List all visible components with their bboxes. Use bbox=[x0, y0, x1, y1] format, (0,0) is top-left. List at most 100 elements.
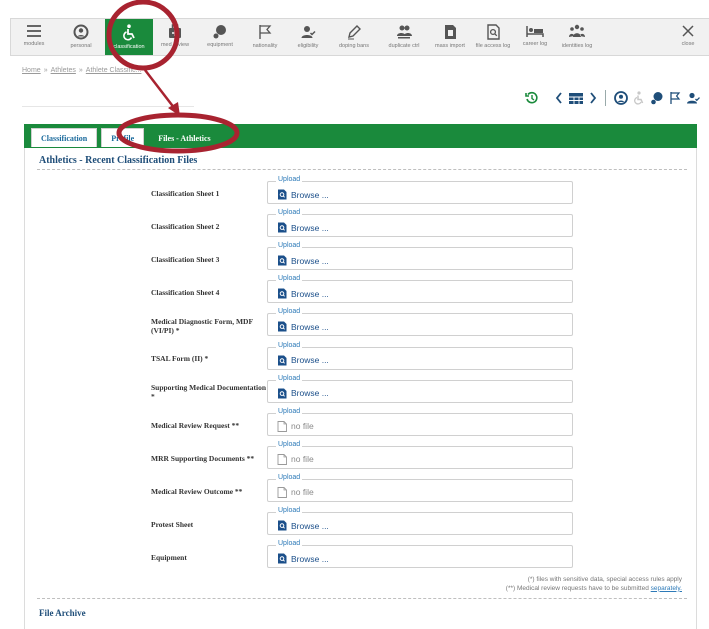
no-file-label: no file bbox=[291, 487, 314, 498]
close-icon bbox=[682, 25, 694, 37]
table-icon[interactable] bbox=[568, 92, 584, 105]
upload-legend: Upload bbox=[276, 507, 303, 514]
file-row: Medical Review Outcome ** Upload no file bbox=[25, 473, 698, 508]
toolbar-item-classification[interactable]: classification bbox=[105, 19, 153, 55]
tab-profile[interactable]: Profile bbox=[101, 128, 145, 147]
file-search-icon bbox=[278, 355, 287, 365]
upload-field: Upload Browse ... bbox=[267, 176, 573, 204]
no-file-indicator: no file bbox=[277, 453, 314, 465]
browse-button[interactable]: Browse ... bbox=[277, 189, 329, 200]
app-root: modules personal classification med revi… bbox=[0, 0, 709, 629]
toolbar-label: personal bbox=[70, 43, 92, 49]
wheelchair-icon bbox=[123, 24, 135, 41]
file-import-icon bbox=[444, 25, 456, 39]
browse-button[interactable]: Browse ... bbox=[277, 388, 329, 399]
browse-label: Browse ... bbox=[291, 520, 329, 531]
upload-field: Upload Browse ... bbox=[267, 540, 573, 569]
upload-legend: Upload bbox=[276, 540, 303, 548]
browse-button[interactable]: Browse ... bbox=[277, 288, 329, 299]
upload-field: Upload Browse ... bbox=[267, 209, 573, 238]
file-row: Classification Sheet 2 Upload Browse ... bbox=[25, 209, 698, 243]
file-search-icon bbox=[278, 553, 287, 564]
note-medical-review: (**) Medical review requests have to be … bbox=[506, 585, 682, 594]
upload-field: Upload no file bbox=[267, 473, 573, 502]
browse-label: Browse ... bbox=[291, 321, 329, 332]
toolbar-item-doping-bans[interactable]: doping bans bbox=[329, 19, 379, 55]
toolbar-item-personal[interactable]: personal bbox=[57, 19, 105, 55]
breadcrumb-current[interactable]: Athlete Classific... bbox=[86, 67, 142, 74]
note-medical-review-text: (**) Medical review requests have to be … bbox=[505, 584, 649, 592]
chevron-right-icon[interactable] bbox=[589, 92, 597, 104]
file-row: Classification Sheet 3 Upload Browse ... bbox=[25, 242, 698, 276]
flag-icon bbox=[259, 25, 272, 39]
section-divider bbox=[37, 169, 687, 170]
breadcrumb-separator: » bbox=[43, 67, 48, 74]
user-check-icon bbox=[301, 26, 316, 38]
file-row: Protest Sheet Upload Browse ... bbox=[25, 507, 698, 541]
toolbar-item-modules[interactable]: modules bbox=[11, 19, 57, 55]
module-toolbar: modules personal classification med revi… bbox=[10, 18, 709, 56]
toolbar-item-mass-import[interactable]: mass import bbox=[429, 19, 471, 55]
wheelchair-icon[interactable] bbox=[633, 91, 645, 105]
file-archive-title: File Archive bbox=[39, 608, 86, 618]
breadcrumb-home[interactable]: Home bbox=[22, 67, 41, 74]
browse-button[interactable]: Browse ... bbox=[277, 520, 329, 531]
toolbar-item-med-review[interactable]: med review bbox=[153, 19, 197, 55]
toolbar-item-equipment[interactable]: equipment bbox=[197, 19, 243, 55]
group-icon bbox=[569, 24, 585, 37]
toolbar-item-identities-log[interactable]: identities log bbox=[555, 19, 599, 55]
file-search-icon bbox=[278, 189, 287, 200]
medical-bag-icon bbox=[169, 24, 181, 38]
browse-label: Browse ... bbox=[291, 553, 329, 564]
separately-link[interactable]: separately. bbox=[651, 585, 682, 592]
close-button[interactable]: close bbox=[681, 19, 695, 55]
note-sensitive: (*) files with sensitive data, special a… bbox=[527, 576, 682, 583]
upload-field: Upload Browse ... bbox=[267, 374, 573, 403]
browse-button[interactable]: Browse ... bbox=[277, 255, 329, 266]
pen-icon bbox=[348, 25, 361, 40]
toolbar-item-career-log[interactable]: career log bbox=[515, 19, 555, 55]
file-label: Protest Sheet bbox=[151, 519, 194, 529]
equipment-icon[interactable] bbox=[650, 91, 664, 105]
breadcrumb: Home » Athletes » Athlete Classific... bbox=[22, 67, 141, 74]
file-label: Medical Review Outcome ** bbox=[151, 486, 243, 496]
tab-bar: Classification Profile Files - Athletics bbox=[24, 124, 697, 148]
no-file-indicator: no file bbox=[277, 486, 314, 498]
no-file-label: no file bbox=[291, 454, 314, 465]
toolbar-label: eligibility bbox=[297, 43, 319, 49]
browse-label: Browse ... bbox=[291, 189, 329, 200]
record-tools bbox=[525, 89, 700, 107]
toolbar-item-duplicate-ctrl[interactable]: duplicate ctrl bbox=[379, 19, 429, 55]
chevron-left-icon[interactable] bbox=[555, 92, 563, 104]
upload-legend: Upload bbox=[276, 374, 303, 382]
toolbar-label: duplicate ctrl bbox=[388, 43, 420, 49]
toolbar-item-file-access-log[interactable]: file access log bbox=[471, 19, 515, 55]
tab-files-athletics[interactable]: Files - Athletics bbox=[148, 128, 221, 147]
toolbar-item-eligibility[interactable]: eligibility bbox=[287, 19, 329, 55]
breadcrumb-separator: » bbox=[78, 67, 83, 74]
history-icon[interactable] bbox=[525, 91, 539, 105]
users-icon bbox=[397, 25, 412, 39]
bed-icon bbox=[526, 26, 544, 37]
browse-label: Browse ... bbox=[291, 288, 329, 299]
browse-button[interactable]: Browse ... bbox=[277, 355, 329, 366]
file-label: Medical Review Request ** bbox=[151, 420, 240, 430]
user-check-icon[interactable] bbox=[686, 91, 700, 105]
toolbar-label: med review bbox=[160, 42, 190, 48]
upload-legend: Upload bbox=[276, 473, 303, 481]
person-icon[interactable] bbox=[614, 91, 628, 105]
file-row: Medical Diagnostic Form, MDF (VI/PI) * Up… bbox=[25, 308, 698, 342]
toolbar-item-nationality[interactable]: nationality bbox=[243, 19, 287, 55]
notes: (*) files with sensitive data, special a… bbox=[506, 576, 682, 594]
browse-button[interactable]: Browse ... bbox=[277, 321, 329, 332]
file-row: Medical Review Request ** Upload no file bbox=[25, 407, 698, 442]
upload-legend: Upload bbox=[276, 341, 303, 349]
file-row: Supporting Medical Documentation * Upload… bbox=[25, 374, 698, 409]
browse-button[interactable]: Browse ... bbox=[277, 553, 329, 564]
flag-icon[interactable] bbox=[669, 91, 681, 105]
browse-button[interactable]: Browse ... bbox=[277, 222, 329, 233]
breadcrumb-athletes[interactable]: Athletes bbox=[51, 67, 76, 74]
page-title-area bbox=[22, 85, 194, 107]
tab-classification[interactable]: Classification bbox=[31, 128, 98, 147]
file-search-icon bbox=[278, 388, 287, 399]
